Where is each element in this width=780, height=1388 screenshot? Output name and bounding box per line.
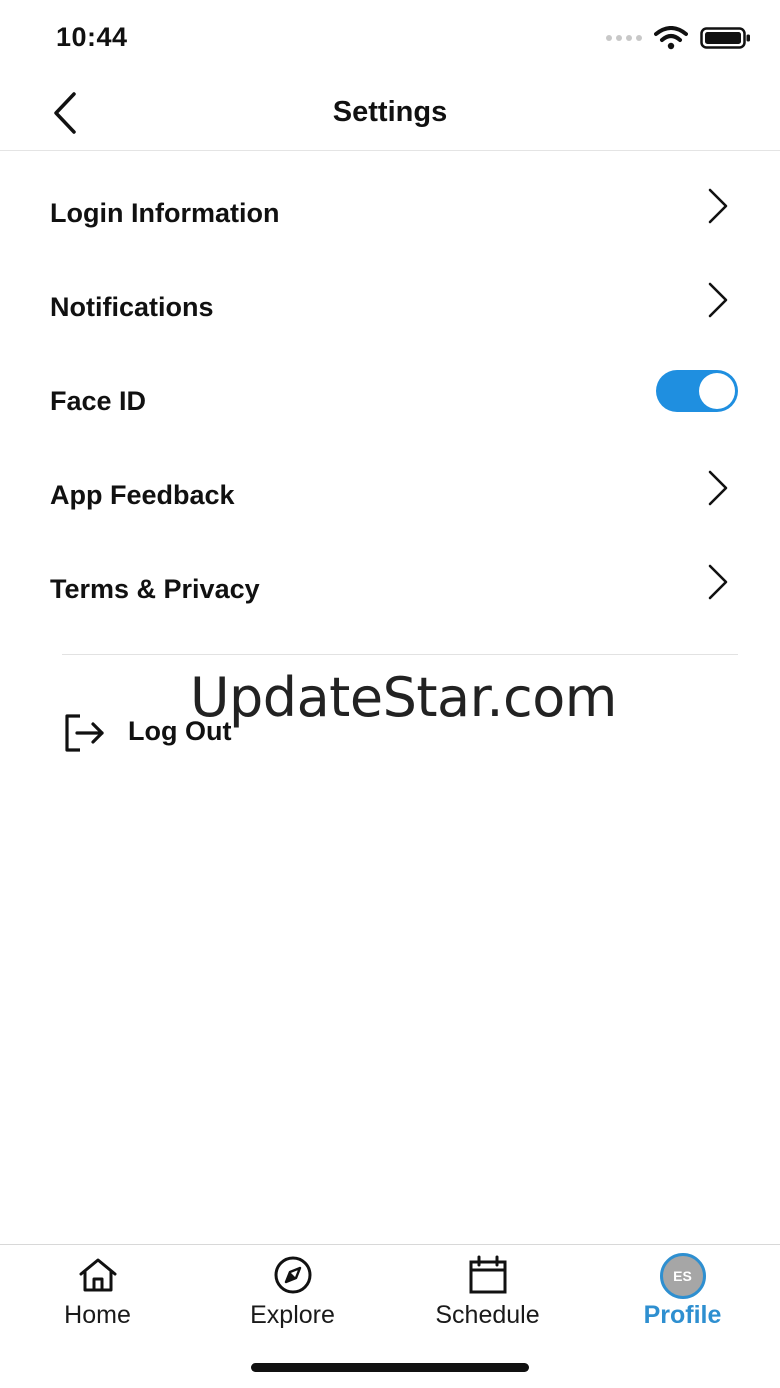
logout-icon xyxy=(65,714,104,752)
status-time: 10:44 xyxy=(56,22,128,52)
status-icons xyxy=(606,26,752,50)
signal-icon xyxy=(606,35,642,41)
tab-schedule[interactable]: Schedule xyxy=(390,1245,585,1345)
tab-label: Profile xyxy=(643,1301,722,1329)
home-indicator xyxy=(251,1363,529,1372)
settings-item-app-feedback[interactable]: App Feedback xyxy=(0,434,780,528)
divider xyxy=(62,654,738,655)
settings-item-label: Face ID xyxy=(50,386,147,416)
home-icon xyxy=(79,1258,116,1292)
toggle-knob xyxy=(699,373,735,409)
tab-profile[interactable]: ES Profile xyxy=(585,1245,780,1345)
settings-item-label: Notifications xyxy=(50,292,214,322)
watermark: UpdateStar.com xyxy=(190,666,617,729)
avatar: ES xyxy=(659,1253,706,1299)
tab-bar: Home Explore Schedule ES Profile xyxy=(0,1244,780,1388)
tab-label: Explore xyxy=(250,1301,335,1329)
chevron-right-icon xyxy=(708,282,728,318)
battery-icon xyxy=(700,27,750,49)
settings-item-login-information[interactable]: Login Information xyxy=(0,152,780,246)
status-bar: 10:44 xyxy=(0,0,780,80)
tab-label: Home xyxy=(64,1301,131,1329)
chevron-right-icon xyxy=(708,564,728,600)
compass-icon xyxy=(274,1256,311,1294)
page-title: Settings xyxy=(332,96,448,128)
chevron-right-icon xyxy=(708,188,728,224)
tab-explore[interactable]: Explore xyxy=(195,1245,390,1345)
settings-item-notifications[interactable]: Notifications xyxy=(0,246,780,340)
settings-item-label: Terms & Privacy xyxy=(50,574,260,604)
tab-home[interactable]: Home xyxy=(0,1245,195,1345)
settings-item-label: App Feedback xyxy=(50,480,235,510)
calendar-icon xyxy=(469,1255,506,1294)
nav-header: Settings xyxy=(0,80,780,151)
face-id-toggle[interactable] xyxy=(656,370,738,412)
settings-item-terms-privacy[interactable]: Terms & Privacy xyxy=(0,528,780,622)
settings-item-label: Login Information xyxy=(50,198,280,228)
chevron-right-icon xyxy=(708,470,728,506)
tab-label: Schedule xyxy=(435,1301,540,1329)
settings-list: Login Information Notifications Face ID … xyxy=(0,152,780,622)
wifi-icon xyxy=(654,26,688,50)
